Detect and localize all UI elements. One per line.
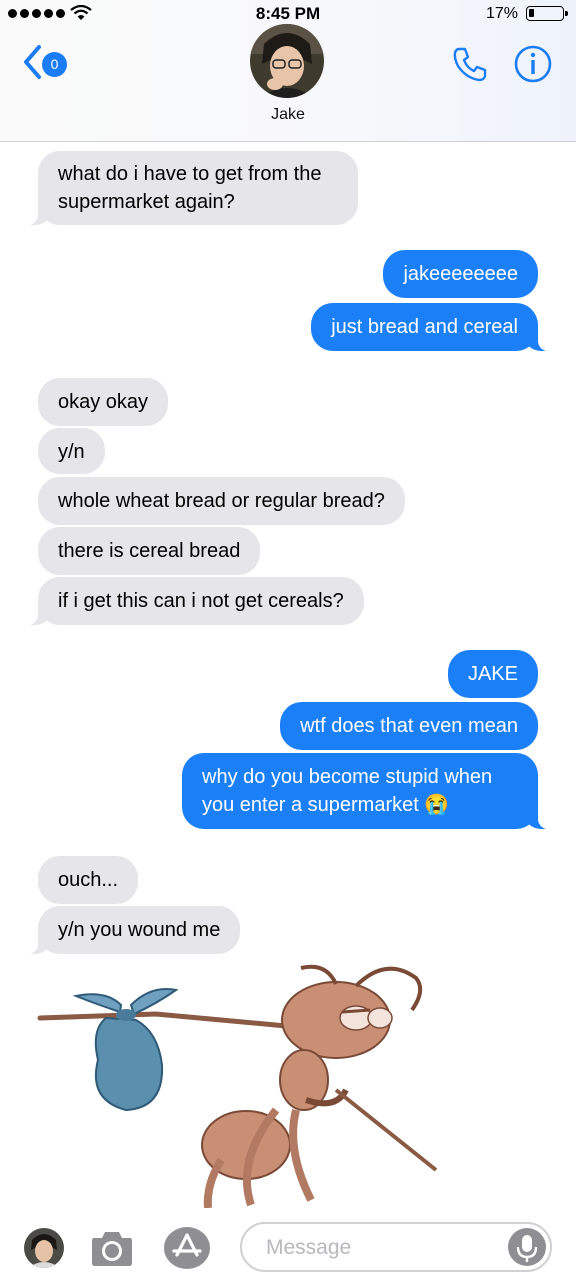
message-input[interactable] <box>264 1232 498 1264</box>
message-bubble[interactable]: ouch... <box>38 856 139 904</box>
message-bubble[interactable]: what do i have to get from the supermark… <box>28 151 358 225</box>
compose-bar <box>0 1208 576 1280</box>
message-field[interactable] <box>240 1222 552 1272</box>
message-bubble[interactable]: if i get this can i not get cereals? <box>28 577 364 625</box>
battery-percentage: 17% <box>485 5 518 22</box>
message-bubble[interactable]: just bread and cereal <box>311 303 548 351</box>
microphone-icon <box>516 1235 538 1262</box>
phone-icon <box>453 47 487 82</box>
message-bubble[interactable]: JAKE <box>447 650 538 698</box>
app-store-button[interactable] <box>163 1226 211 1270</box>
battery-icon <box>526 6 568 21</box>
conversation-header: 8:45 PM 17% 0 Jake <box>0 0 576 142</box>
message-thread[interactable]: what do i have to get from the supermark… <box>0 0 576 1280</box>
message-bubble[interactable]: wtf does that even mean <box>280 702 538 750</box>
unread-count-badge: 0 <box>42 52 67 77</box>
message-bubble[interactable]: there is cereal bread <box>38 527 261 575</box>
chevron-left-icon <box>24 45 41 79</box>
message-bubble[interactable]: why do you become stupid when you enter … <box>182 753 548 829</box>
message-bubble[interactable]: y/n <box>38 428 105 474</box>
contact-name[interactable]: Jake <box>0 106 576 124</box>
contact-avatar[interactable] <box>250 24 324 98</box>
my-avatar[interactable] <box>24 1228 64 1268</box>
phone-call-button[interactable] <box>450 44 490 84</box>
back-button[interactable]: 0 <box>22 44 82 84</box>
camera-button[interactable] <box>90 1228 134 1268</box>
dictation-button[interactable] <box>508 1228 546 1266</box>
message-bubble[interactable]: okay okay <box>38 378 169 426</box>
message-bubble[interactable]: whole wheat bread or regular bread? <box>38 477 405 525</box>
app-store-icon <box>164 1227 210 1269</box>
info-icon <box>514 45 552 83</box>
battery-level <box>529 9 534 17</box>
info-button[interactable] <box>513 44 553 84</box>
ant-sticker-image[interactable] <box>36 960 456 1210</box>
camera-icon <box>92 1232 132 1266</box>
message-bubble[interactable]: y/n you wound me <box>27 906 241 954</box>
message-bubble[interactable]: jakeeeeeeee <box>383 250 538 298</box>
